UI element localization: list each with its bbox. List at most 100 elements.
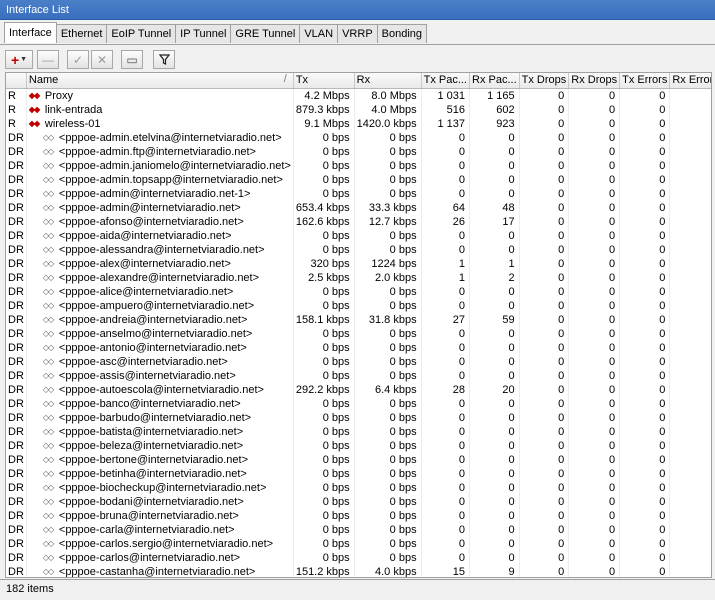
column-header-flags[interactable]	[6, 73, 27, 89]
row-txp-cell: 0	[421, 466, 471, 481]
row-txe-cell: 0	[619, 242, 671, 257]
table-row[interactable]: DR ◇◇ <pppoe-afonso@internetviaradio.net> 1…	[6, 214, 711, 229]
interface-name: <pppoe-admin.janiomelo@internetviaradio.…	[58, 159, 291, 172]
row-rxe-cell: 0	[669, 536, 711, 551]
table-row[interactable]: DR ◇◇ <pppoe-andreia@internetviaradio.net>…	[6, 312, 711, 327]
interface-name: <pppoe-carlos@internetviaradio.net>	[58, 551, 241, 564]
table-row[interactable]: DR ◇◇ <pppoe-carlos.sergio@internetviaradi…	[6, 536, 711, 551]
table-row[interactable]: DR ◇◇ <pppoe-batista@internetviaradio.net>…	[6, 424, 711, 439]
table-row[interactable]: DR ◇◇ <pppoe-bruna@internetviaradio.net> 0 …	[6, 508, 711, 523]
row-rxe-cell: 0	[669, 102, 711, 117]
row-rx-cell: 0 bps	[354, 144, 422, 159]
table-row[interactable]: DR ◇◇ <pppoe-castanha@internetviaradio.net…	[6, 564, 711, 578]
row-rx-cell: 0 bps	[354, 284, 422, 299]
tab-eoip-tunnel[interactable]: EoIP Tunnel	[106, 24, 177, 43]
table-row[interactable]: DR ◇◇ <pppoe-betinha@internetviaradio.net>…	[6, 466, 711, 481]
row-rxe-cell: 0	[669, 172, 711, 187]
row-rxp-cell: 1	[469, 256, 520, 271]
tab-ethernet[interactable]: Ethernet	[55, 24, 108, 43]
pppoe-interface-icon: ◇◇	[42, 216, 54, 226]
row-txd-cell: 0	[519, 172, 570, 187]
row-rxd-cell: 0	[568, 494, 621, 509]
ethernet-interface-icon: ◆◆	[28, 104, 40, 114]
table-row[interactable]: DR ◇◇ <pppoe-anselmo@internetviaradio.net>…	[6, 326, 711, 341]
table-row[interactable]: DR ◇◇ <pppoe-banco@internetviaradio.net> 0 …	[6, 396, 711, 411]
tab-vrrp[interactable]: VRRP	[337, 24, 378, 43]
enable-button[interactable]: ✓	[67, 50, 89, 69]
pppoe-interface-icon: ◇◇	[42, 398, 54, 408]
tab-interface[interactable]: Interface	[4, 22, 57, 43]
table-row[interactable]: DR ◇◇ <pppoe-alexandre@internetviaradio.ne…	[6, 270, 711, 285]
row-rxe-cell: 0	[669, 354, 711, 369]
filter-button[interactable]	[153, 50, 175, 69]
table-row[interactable]: DR ◇◇ <pppoe-aida@internetviaradio.net> 0 b…	[6, 228, 711, 243]
tab-ip-tunnel[interactable]: IP Tunnel	[175, 24, 232, 43]
sort-indicator-icon: /	[283, 73, 287, 85]
table-row[interactable]: DR ◇◇ <pppoe-admin.janiomelo@internetviara…	[6, 158, 711, 173]
interface-name: <pppoe-afonso@internetviaradio.net>	[58, 215, 244, 228]
table-row[interactable]: DR ◇◇ <pppoe-admin@internetviaradio.net-1>…	[6, 186, 711, 201]
interface-name: <pppoe-castanha@internetviaradio.net>	[58, 565, 256, 578]
remove-button[interactable]: —	[37, 50, 59, 69]
row-rxd-cell: 0	[568, 116, 621, 131]
row-rxp-cell: 0	[469, 340, 520, 355]
table-row[interactable]: R ◆◆ link-entrada 879.3 kbps 4.0 Mbps 516 602 0…	[6, 102, 711, 117]
column-header-rx-pac[interactable]: Rx Pac...	[469, 73, 520, 89]
items-count: 182 items	[6, 583, 54, 595]
tab-bonding[interactable]: Bonding	[376, 24, 428, 43]
table-row[interactable]: R◆◆Proxy4.2 Mbps8.0 Mbps1 0311 1650000	[6, 88, 711, 103]
table-row[interactable]: DR ◇◇ <pppoe-admin.etelvina@internetviarad…	[6, 130, 711, 145]
table-row[interactable]: DR ◇◇ <pppoe-alessandra@internetviaradio.n…	[6, 242, 711, 257]
column-header-name[interactable]: Name /	[26, 73, 294, 89]
table-row[interactable]: DR ◇◇ <pppoe-carlos@internetviaradio.net> 0…	[6, 550, 711, 565]
tab-gre-tunnel[interactable]: GRE Tunnel	[230, 24, 301, 43]
table-row[interactable]: DR ◇◇ <pppoe-admin@internetviaradio.net> 65…	[6, 200, 711, 215]
row-txe-cell: 0	[619, 550, 671, 565]
row-name-cell: ◇◇ <pppoe-afonso@internetviaradio.net>	[26, 214, 294, 229]
row-txd-cell: 0	[519, 116, 570, 131]
row-tx-cell: 0 bps	[293, 144, 355, 159]
row-txe-cell: 0	[619, 438, 671, 453]
row-flags: DR	[6, 214, 27, 229]
table-row[interactable]: DR ◇◇ <pppoe-alex@internetviaradio.net> 320…	[6, 256, 711, 271]
column-header-tx[interactable]: Tx	[293, 73, 355, 89]
row-rx-cell: 0 bps	[354, 508, 422, 523]
add-button[interactable]: + ▼	[5, 50, 33, 69]
row-rxd-cell: 0	[568, 382, 621, 397]
row-rxd-cell: 0	[568, 214, 621, 229]
ethernet-interface-icon: ◆◆	[28, 118, 40, 128]
row-rxe-cell: 0	[669, 452, 711, 467]
table-row[interactable]: R ◆◆ wireless-01 9.1 Mbps 1420.0 kbps 1 137 92…	[6, 116, 711, 131]
column-header-tx-pac[interactable]: Tx Pac...	[421, 73, 471, 89]
comment-button[interactable]: ▭	[121, 50, 143, 69]
table-row[interactable]: DR ◇◇ <pppoe-ampuero@internetviaradio.net>…	[6, 298, 711, 313]
table-row[interactable]: DR ◇◇ <pppoe-alice@internetviaradio.net> 0 …	[6, 284, 711, 299]
disable-button[interactable]: ✕	[91, 50, 113, 69]
table-row[interactable]: DR ◇◇ <pppoe-carla@internetviaradio.net> 0 …	[6, 522, 711, 537]
interface-name: <pppoe-admin@internetviaradio.net-1>	[58, 187, 251, 200]
table-row[interactable]: DR ◇◇ <pppoe-antonio@internetviaradio.net>…	[6, 340, 711, 355]
table-row[interactable]: DR ◇◇ <pppoe-assis@internetviaradio.net> 0 …	[6, 368, 711, 383]
table-row[interactable]: DR ◇◇ <pppoe-admin.ftp@internetviaradio.ne…	[6, 144, 711, 159]
row-rxp-cell: 0	[469, 522, 520, 537]
table-row[interactable]: DR ◇◇ <pppoe-autoescola@internetviaradio.n…	[6, 382, 711, 397]
row-rxd-cell: 0	[568, 536, 621, 551]
table-row[interactable]: DR ◇◇ <pppoe-barbudo@internetviaradio.net>…	[6, 410, 711, 425]
table-row[interactable]: DR ◇◇ <pppoe-bertone@internetviaradio.net>…	[6, 452, 711, 467]
table-row[interactable]: DR ◇◇ <pppoe-beleza@internetviaradio.net> 0…	[6, 438, 711, 453]
column-header-tx-drops[interactable]: Tx Drops	[519, 73, 570, 89]
row-txp-cell: 0	[421, 396, 471, 411]
column-header-rx-errors[interactable]: Rx Errors	[669, 73, 711, 89]
interface-name: <pppoe-carlos.sergio@internetviaradio.ne…	[58, 537, 274, 550]
column-header-tx-errors[interactable]: Tx Errors	[619, 73, 671, 89]
column-header-rx-drops[interactable]: Rx Drops	[568, 73, 621, 89]
filter-icon	[158, 54, 170, 65]
table-row[interactable]: DR ◇◇ <pppoe-admin.topsapp@internetviaradi…	[6, 172, 711, 187]
table-row[interactable]: DR ◇◇ <pppoe-biocheckup@internetviaradio.n…	[6, 480, 711, 495]
table-row[interactable]: DR ◇◇ <pppoe-bodani@internetviaradio.net> 0…	[6, 494, 711, 509]
table-row[interactable]: DR ◇◇ <pppoe-asc@internetviaradio.net> 0 bp…	[6, 354, 711, 369]
tab-vlan[interactable]: VLAN	[299, 24, 339, 43]
column-header-rx[interactable]: Rx	[354, 73, 422, 89]
row-rxd-cell: 0	[568, 368, 621, 383]
row-name-cell: ◇◇ <pppoe-admin.topsapp@internetviaradio.…	[26, 172, 294, 187]
